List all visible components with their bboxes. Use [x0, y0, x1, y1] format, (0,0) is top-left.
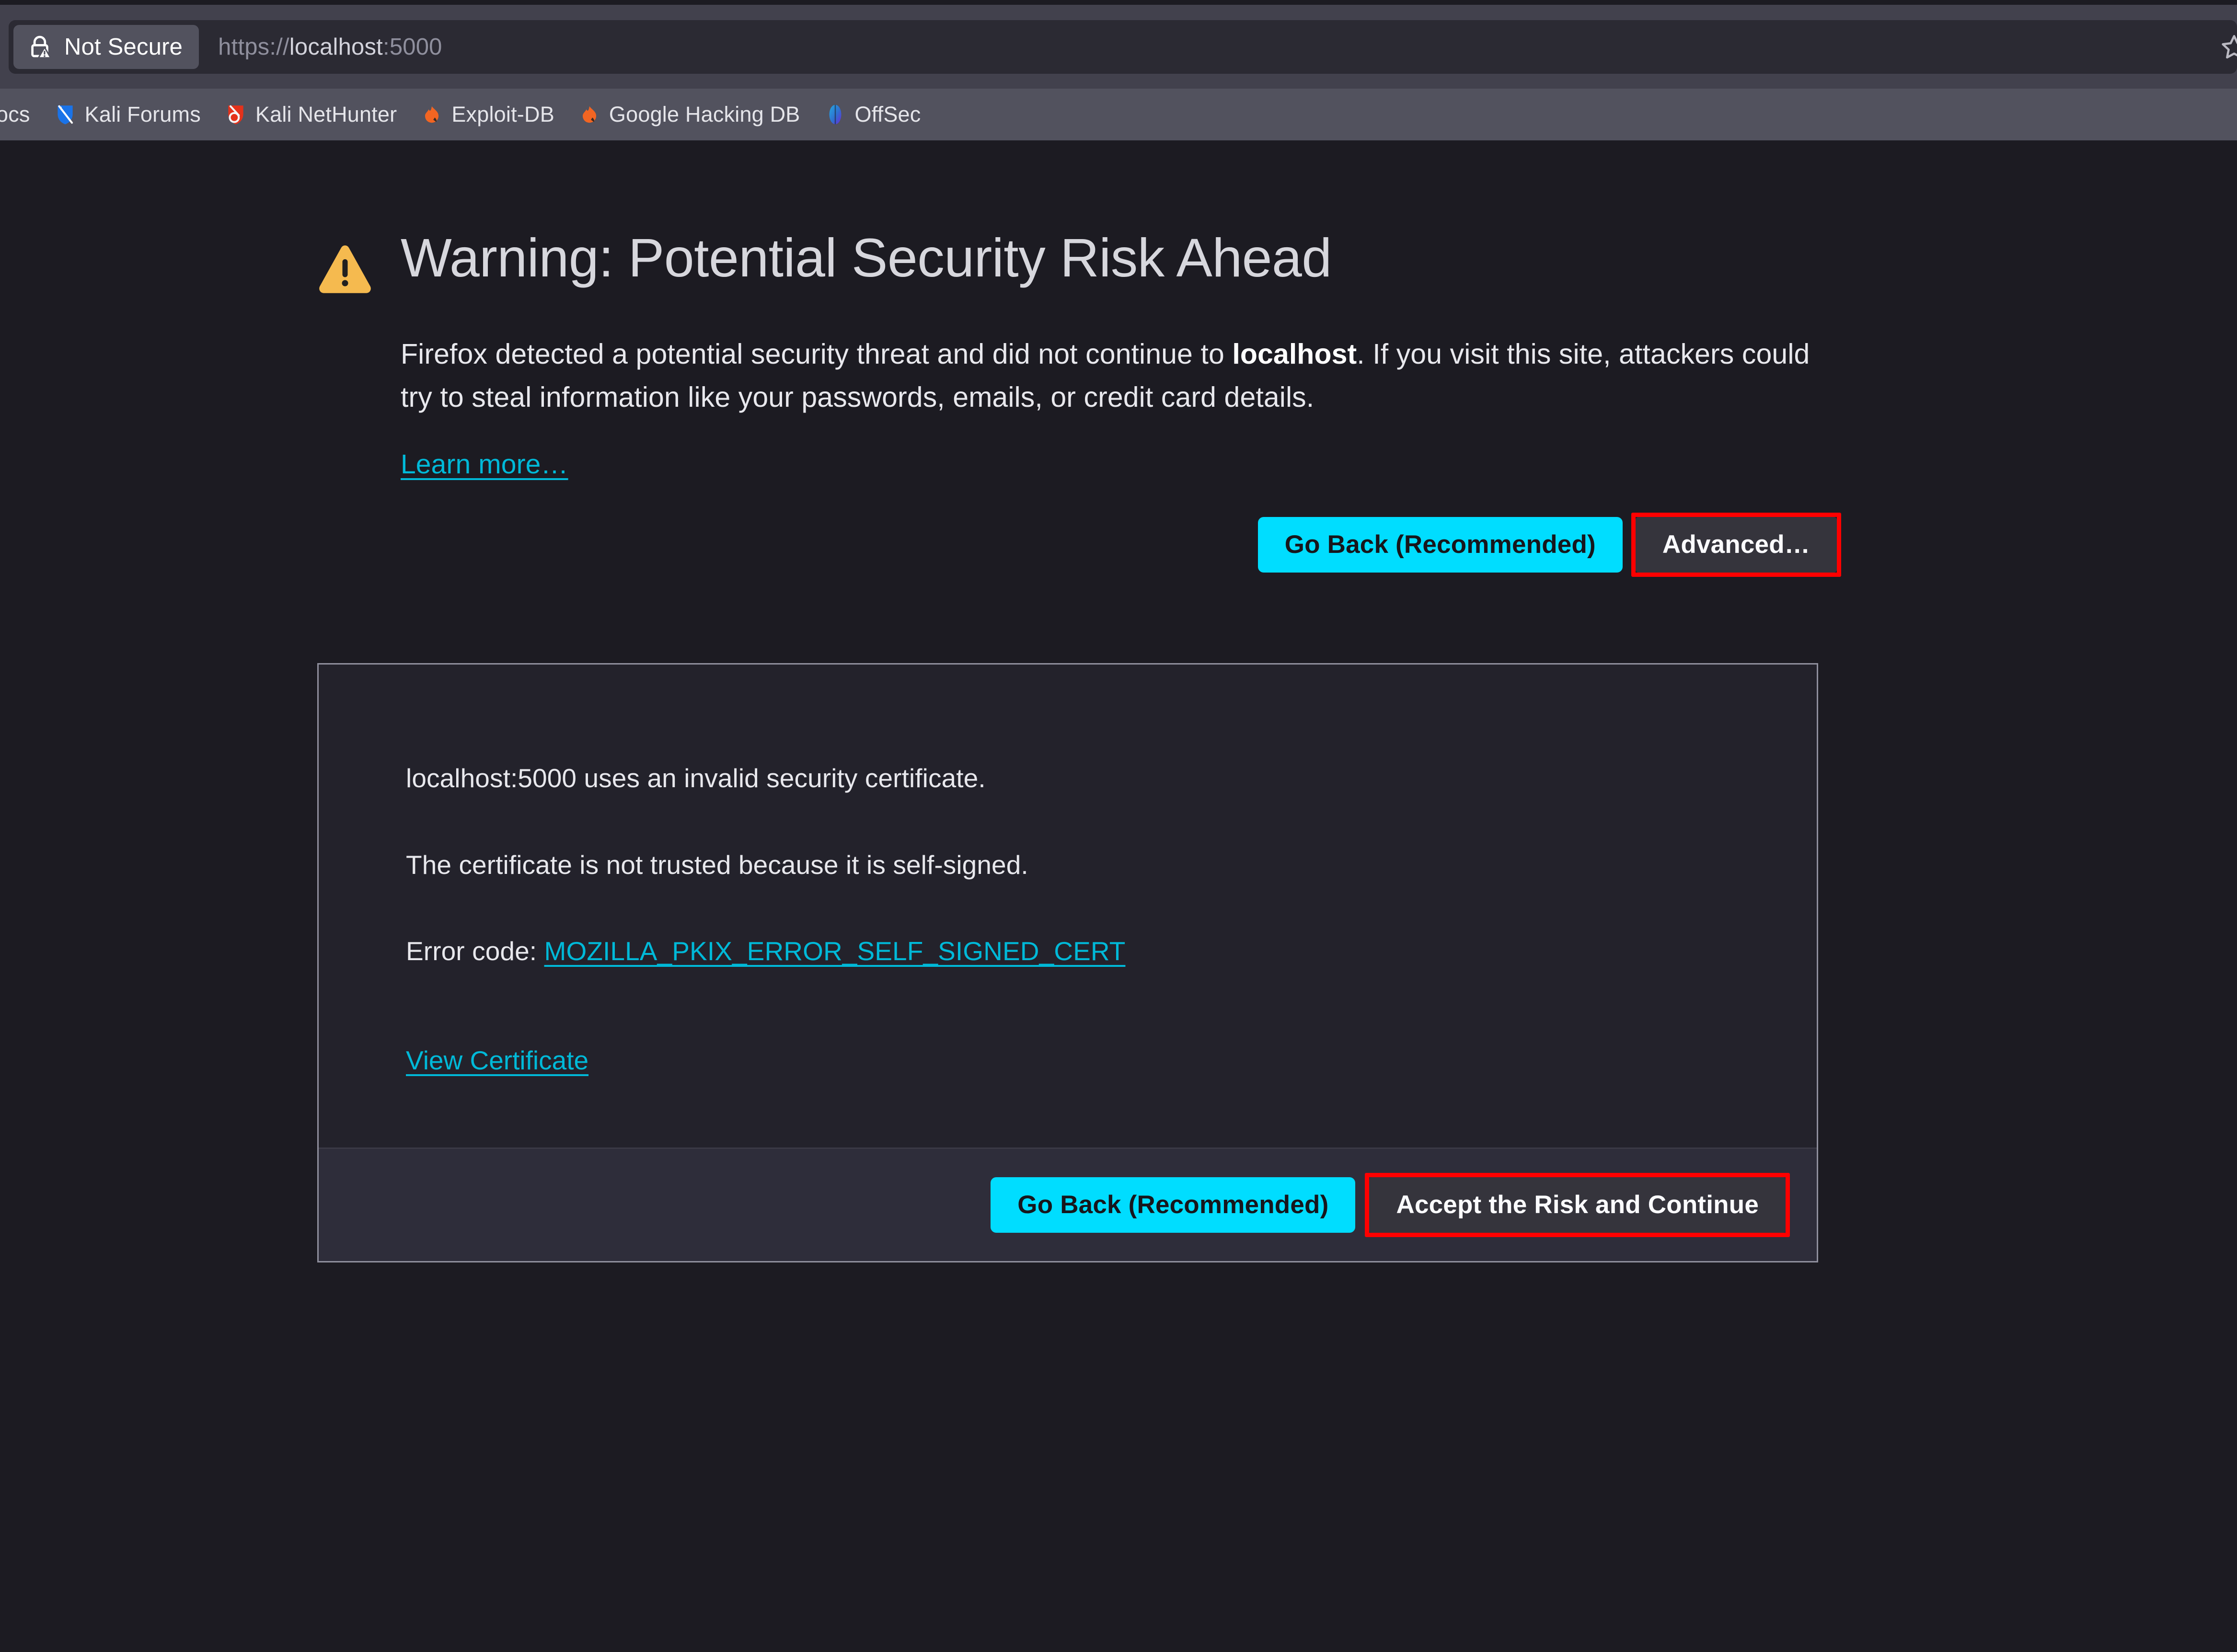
bookmarks-toolbar: ocs Kali Forums Kali NetHunter Exploit-D… — [0, 89, 2237, 140]
bookmark-item-exploit-db[interactable]: Exploit-DB — [408, 96, 566, 133]
identity-label: Not Secure — [64, 34, 183, 60]
bookmark-item-offsec[interactable]: OffSec — [812, 96, 933, 133]
warning-triangle-icon — [316, 240, 374, 298]
url-bar[interactable]: Not Secure https://localhost:5000 — [9, 20, 2237, 74]
navigation-toolbar: Not Secure https://localhost:5000 — [0, 5, 2237, 89]
url-scheme: https:// — [218, 34, 289, 60]
bookmark-label: Kali NetHunter — [255, 102, 397, 126]
site-identity-box[interactable]: Not Secure — [13, 24, 199, 69]
url-text[interactable]: https://localhost:5000 — [218, 34, 442, 60]
bookmark-item-google-hacking-db[interactable]: Google Hacking DB — [566, 96, 812, 133]
page-content-area: Warning: Potential Security Risk Ahead F… — [0, 140, 2237, 1652]
google-hacking-db-icon — [577, 103, 601, 126]
chrome-top-strip — [0, 0, 2237, 5]
page-title-row: Warning: Potential Security Risk Ahead — [316, 227, 1898, 298]
accept-risk-button[interactable]: Accept the Risk and Continue — [1369, 1177, 1786, 1233]
primary-button-row: Go Back (Recommended) Advanced… — [316, 513, 1898, 577]
bookmark-item-kali-docs[interactable]: ocs — [0, 96, 42, 133]
bookmark-item-kali-nethunter[interactable]: Kali NetHunter — [212, 96, 408, 133]
bookmark-label: OffSec — [854, 102, 921, 126]
browser-chrome: Not Secure https://localhost:5000 ocs Ka… — [0, 0, 2237, 140]
url-host: localhost — [289, 34, 383, 60]
view-certificate-link[interactable]: View Certificate — [406, 1045, 588, 1076]
url-port: :5000 — [383, 34, 442, 60]
cert-error-code-row: Error code: MOZILLA_PKIX_ERROR_SELF_SIGN… — [406, 931, 1730, 971]
certificate-panel-footer: Go Back (Recommended) Accept the Risk an… — [319, 1147, 1817, 1261]
offsec-icon — [823, 103, 847, 126]
learn-more-link[interactable]: Learn more… — [401, 448, 568, 480]
bookmark-star-icon[interactable] — [2219, 32, 2237, 62]
exploit-db-icon — [420, 103, 444, 126]
panel-go-back-button[interactable]: Go Back (Recommended) — [991, 1177, 1356, 1233]
advanced-button-highlight: Advanced… — [1631, 513, 1841, 577]
kali-nethunter-icon — [224, 103, 248, 126]
lock-warning-icon — [26, 33, 54, 61]
cert-reason-message: The certificate is not trusted because i… — [406, 849, 1028, 880]
bookmark-label: Kali Forums — [84, 102, 201, 126]
certificate-error-panel: localhost:5000 uses an invalid security … — [317, 663, 1818, 1262]
page-title: Warning: Potential Security Risk Ahead — [401, 228, 1332, 288]
page-body-text: Firefox detected a potential security th… — [401, 333, 1829, 419]
cert-error-page: Warning: Potential Security Risk Ahead F… — [316, 227, 1898, 1262]
kali-forums-icon — [53, 103, 77, 126]
bookmark-label: Google Hacking DB — [609, 102, 800, 126]
accept-risk-button-highlight: Accept the Risk and Continue — [1365, 1172, 1790, 1237]
bookmark-item-kali-forums[interactable]: Kali Forums — [42, 96, 212, 133]
go-back-button[interactable]: Go Back (Recommended) — [1257, 517, 1623, 573]
bookmark-label: Exploit-DB — [451, 102, 554, 126]
cert-error-code-link[interactable]: MOZILLA_PKIX_ERROR_SELF_SIGNED_CERT — [544, 936, 1126, 966]
cert-error-code-label: Error code: — [406, 936, 544, 966]
body-text-hostname: localhost — [1232, 338, 1357, 370]
bookmark-label: ocs — [0, 102, 30, 126]
body-text-part1: Firefox detected a potential security th… — [401, 338, 1233, 370]
advanced-button[interactable]: Advanced… — [1635, 517, 1837, 573]
certificate-panel-body: localhost:5000 uses an invalid security … — [319, 665, 1817, 1147]
cert-invalid-message: localhost:5000 uses an invalid security … — [406, 763, 986, 793]
